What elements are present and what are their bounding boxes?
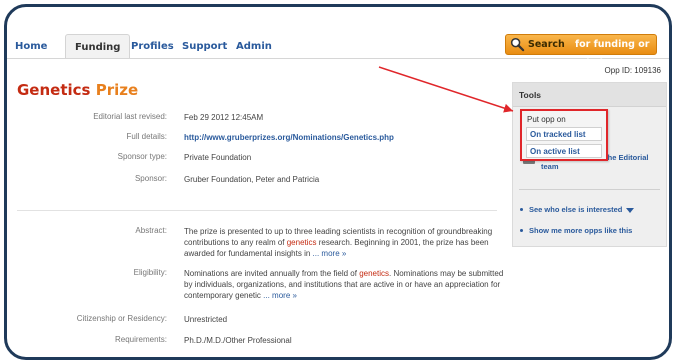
app-frame: Home Funding Profiles Support Admin Sear… xyxy=(4,4,672,360)
annotation-arrow xyxy=(378,66,514,113)
